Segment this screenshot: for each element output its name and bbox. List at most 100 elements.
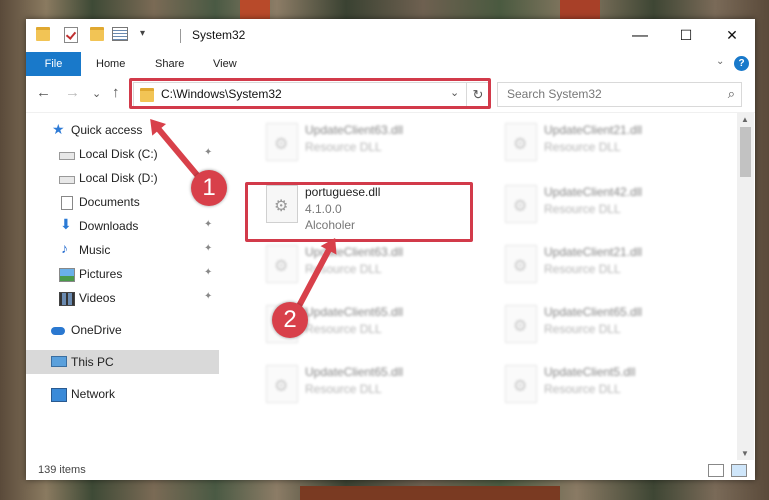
details-view-icon[interactable] xyxy=(708,464,724,477)
dll-file-icon: ⚙ xyxy=(266,123,298,161)
file-item[interactable]: ⚙ UpdateClient65.dll Resource DLL xyxy=(251,357,481,409)
file-name: UpdateClient21.dll xyxy=(544,123,643,137)
title-bar: ▾ System32 — ☐ ✕ xyxy=(26,19,755,52)
navigation-bar: ← → ⌄ ↑ C:\Windows\System32 ⌄ ↻ Search S… xyxy=(26,76,755,113)
downloads-icon: ⬇ xyxy=(60,216,72,232)
network-icon xyxy=(51,388,67,402)
minimize-button[interactable]: — xyxy=(617,19,663,52)
window-title: System32 xyxy=(192,28,246,42)
file-item[interactable]: ⚙ UpdateClient63.dll Resource DLL xyxy=(251,115,481,167)
file-description: Resource DLL xyxy=(544,262,621,276)
file-name: UpdateClient65.dll xyxy=(305,305,404,319)
tab-file[interactable]: File xyxy=(26,52,81,76)
dll-file-icon: ⚙ xyxy=(505,245,537,283)
recent-locations-button[interactable]: ⌄ xyxy=(92,87,101,100)
forward-button[interactable]: → xyxy=(65,84,80,101)
disk-icon xyxy=(59,152,75,160)
disk-icon xyxy=(59,176,75,184)
file-item[interactable]: ⚙ UpdateClient5.dll Resource DLL xyxy=(490,357,720,409)
sidebar-item-label: Documents xyxy=(79,195,140,209)
title-separator xyxy=(180,29,181,43)
file-description: Resource DLL xyxy=(305,382,382,396)
properties-icon[interactable] xyxy=(112,27,128,43)
file-highlight-box xyxy=(245,182,473,242)
up-button[interactable]: ↑ xyxy=(112,84,120,101)
tab-home[interactable]: Home xyxy=(96,52,125,76)
sidebar-item-network[interactable]: Network xyxy=(26,382,219,406)
file-name: UpdateClient65.dll xyxy=(544,305,643,319)
tab-share[interactable]: Share xyxy=(155,52,184,76)
file-item[interactable]: ⚙ UpdateClient42.dll Resource DLL xyxy=(490,177,720,229)
pictures-icon xyxy=(59,268,75,282)
sidebar-item-documents[interactable]: Documents ✦ xyxy=(26,190,219,214)
sidebar-item-quick-access[interactable]: ★ Quick access xyxy=(26,118,219,142)
sidebar-item-this-pc[interactable]: This PC xyxy=(26,350,219,374)
dll-file-icon: ⚙ xyxy=(266,245,298,283)
search-icon[interactable]: ⌕ xyxy=(728,86,735,102)
item-count: 139 items xyxy=(38,464,86,476)
file-list: ⚙ UpdateClient63.dll Resource DLL ⚙ Upda… xyxy=(226,113,736,460)
music-icon: ♪ xyxy=(61,240,68,256)
ribbon: File Home Share View ⌄ ? xyxy=(26,52,755,76)
file-item[interactable]: ⚙ UpdateClient65.dll Resource DLL xyxy=(490,297,720,349)
dll-file-icon: ⚙ xyxy=(505,185,537,223)
file-name: UpdateClient63.dll xyxy=(305,123,404,137)
ribbon-collapse-icon[interactable]: ⌄ xyxy=(716,56,724,67)
sidebar-item-label: Local Disk (D:) xyxy=(79,171,158,185)
customize-toolbar-icon[interactable]: ▾ xyxy=(140,28,145,44)
tab-view[interactable]: View xyxy=(213,52,237,76)
pin-icon: ✦ xyxy=(204,219,213,230)
file-name: UpdateClient65.dll xyxy=(305,365,404,379)
sidebar-item-videos[interactable]: Videos ✦ xyxy=(26,286,219,310)
sidebar-item-label: Music xyxy=(79,243,111,257)
dll-file-icon: ⚙ xyxy=(505,305,537,343)
search-box[interactable]: Search System32 ⌕ xyxy=(497,82,742,107)
pin-icon: ✦ xyxy=(204,267,213,278)
large-icons-view-icon[interactable] xyxy=(731,464,747,477)
sidebar-item-label: Quick access xyxy=(71,123,143,137)
vertical-scrollbar[interactable]: ▲ ▼ xyxy=(737,113,754,460)
file-description: Resource DLL xyxy=(305,140,382,154)
file-name: UpdateClient5.dll xyxy=(544,365,636,379)
documents-icon xyxy=(61,196,73,210)
sidebar-item-music[interactable]: ♪ Music ✦ xyxy=(26,238,219,262)
callout-1: 1 xyxy=(191,170,227,206)
explorer-window: ▾ System32 — ☐ ✕ File Home Share View ⌄ … xyxy=(26,19,755,480)
callout-2: 2 xyxy=(272,302,308,338)
sidebar-item-downloads[interactable]: ⬇ Downloads ✦ xyxy=(26,214,219,238)
properties-check-icon[interactable] xyxy=(64,27,78,43)
file-name: UpdateClient63.dll xyxy=(305,245,404,259)
sidebar-item-label: Network xyxy=(71,387,116,401)
dll-file-icon: ⚙ xyxy=(505,365,537,403)
file-item[interactable]: ⚙ UpdateClient21.dll Resource DLL xyxy=(490,237,720,289)
back-button[interactable]: ← xyxy=(36,84,51,101)
folder-icon xyxy=(36,27,50,43)
pin-icon: ✦ xyxy=(204,243,213,254)
scroll-down-icon[interactable]: ▼ xyxy=(741,449,749,458)
scroll-up-icon[interactable]: ▲ xyxy=(741,115,749,124)
scroll-thumb[interactable] xyxy=(740,127,751,177)
star-icon: ★ xyxy=(52,121,65,137)
maximize-button[interactable]: ☐ xyxy=(663,19,709,52)
sidebar-item-pictures[interactable]: Pictures ✦ xyxy=(26,262,219,286)
sidebar-item-label: Pictures xyxy=(79,267,123,281)
help-icon[interactable]: ? xyxy=(734,56,749,71)
search-input[interactable]: Search System32 xyxy=(507,87,602,101)
sidebar-item-onedrive[interactable]: OneDrive xyxy=(26,318,219,342)
pin-icon: ✦ xyxy=(204,147,213,158)
sidebar-item-label: Downloads xyxy=(79,219,139,233)
file-description: Resource DLL xyxy=(544,322,621,336)
dll-file-icon: ⚙ xyxy=(505,123,537,161)
file-description: Resource DLL xyxy=(544,140,621,154)
new-folder-icon[interactable] xyxy=(90,27,104,43)
address-highlight-box xyxy=(129,78,491,109)
file-description: Resource DLL xyxy=(305,322,382,336)
dll-file-icon: ⚙ xyxy=(266,365,298,403)
sidebar-item-label: Local Disk (C:) xyxy=(79,147,158,161)
file-item[interactable]: ⚙ UpdateClient21.dll Resource DLL xyxy=(490,115,720,167)
onedrive-icon xyxy=(51,327,65,335)
file-item[interactable]: ⚙ UpdateClient63.dll Resource DLL xyxy=(251,237,481,289)
close-button[interactable]: ✕ xyxy=(709,19,755,52)
sidebar-item-label: OneDrive xyxy=(71,323,122,337)
sidebar-item-label: This PC xyxy=(71,355,114,369)
